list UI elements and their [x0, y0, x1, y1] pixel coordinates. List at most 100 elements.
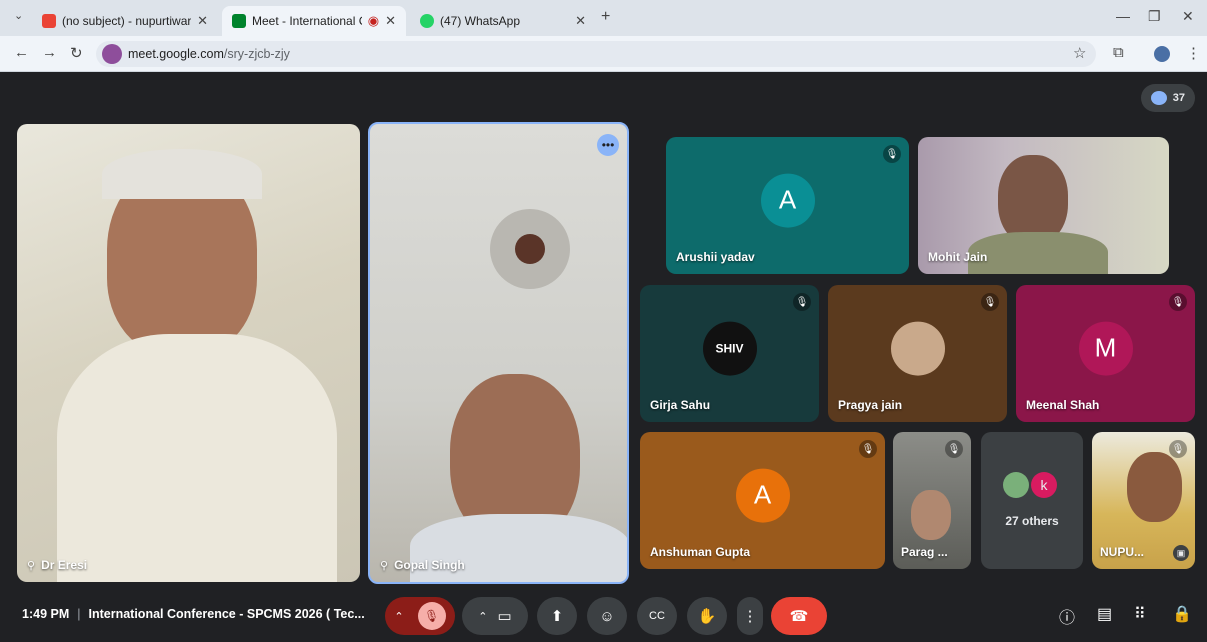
- people-icon: [1150, 91, 1167, 105]
- tile-name: Meenal Shah: [1026, 398, 1100, 412]
- bookmark-star-icon[interactable]: ☆: [1073, 44, 1086, 62]
- tab-label: Meet - International Confer: [252, 14, 362, 28]
- gmail-icon: [42, 14, 56, 28]
- video-tile-self[interactable]: 🎙 NUPU... ▣: [1092, 432, 1195, 569]
- participant-shirt: [57, 334, 337, 582]
- tab-label: (no subject) - nupurtiwari1503(: [62, 14, 192, 28]
- host-controls-icon[interactable]: 🔒: [1172, 604, 1192, 624]
- video-tile-anshuman[interactable]: A 🎙 Anshuman Gupta: [640, 432, 885, 569]
- recording-icon: ◉: [367, 13, 380, 28]
- close-icon[interactable]: ✕: [385, 13, 396, 29]
- tab-search-icon[interactable]: ⌄: [14, 9, 23, 22]
- tile-name: Girja Sahu: [650, 398, 711, 412]
- chat-icon[interactable]: ▤: [1097, 604, 1112, 624]
- fan-hub: [515, 234, 545, 264]
- avatar: SHIV: [702, 321, 757, 376]
- meet-icon: [232, 14, 246, 28]
- address-bar: ← → ↻ meet.google.com/sry-zjcb-zjy ☆ ⧉ ⋮: [0, 36, 1207, 72]
- avatar-photo: [890, 321, 945, 376]
- participants-button[interactable]: 37: [1140, 84, 1195, 112]
- window-close-icon[interactable]: ✕: [1182, 8, 1194, 25]
- video-tile-girja[interactable]: SHIV 🎙 Girja Sahu: [640, 285, 819, 422]
- mic-off-icon: 🎙: [859, 440, 877, 458]
- avatar: M: [1078, 321, 1133, 376]
- present-icon: ⬆: [550, 608, 564, 625]
- pin-icon: ⚲: [380, 560, 389, 572]
- menu-icon[interactable]: ⋮: [1186, 44, 1201, 62]
- restore-icon[interactable]: ❐: [1148, 8, 1161, 25]
- more-options-icon[interactable]: •••: [597, 134, 619, 156]
- url-field[interactable]: meet.google.com/sry-zjcb-zjy: [96, 41, 1096, 67]
- others-avatar: k: [1031, 472, 1057, 498]
- tile-name: Anshuman Gupta: [650, 545, 751, 559]
- more-options-button[interactable]: ⋮: [737, 597, 763, 635]
- tab-meet[interactable]: Meet - International Confer ◉ ✕: [222, 6, 406, 36]
- mic-off-icon: 🎙: [1169, 440, 1187, 458]
- hand-icon: ✋: [697, 608, 717, 625]
- tile-name: Gopal Singh: [394, 558, 465, 572]
- tile-name: Dr Eresi: [41, 558, 88, 572]
- site-info-icon[interactable]: [102, 44, 122, 64]
- video-tile-gopal-singh[interactable]: ••• ⚲ Gopal Singh: [368, 122, 629, 584]
- leave-call-button[interactable]: ☎: [771, 597, 827, 635]
- participant-shirt: [410, 514, 627, 582]
- captions-icon: CC: [649, 610, 665, 622]
- camera-icon: ▭: [497, 608, 512, 625]
- video-tile-pragya[interactable]: 🎙 Pragya jain: [828, 285, 1007, 422]
- forward-icon[interactable]: →: [42, 44, 57, 61]
- avatar: A: [735, 468, 790, 523]
- meet-stage: 37 ⚲ Dr Eresi ••• ⚲ Gopal Singh A 🎙 Arushi…: [0, 72, 1207, 642]
- reload-icon[interactable]: ↻: [70, 44, 83, 62]
- avatar: A: [760, 173, 815, 228]
- mic-off-icon: 🎙: [981, 293, 999, 311]
- tile-name: NUPU...: [1100, 545, 1145, 559]
- url-path: /sry-zjcb-zjy: [223, 47, 290, 61]
- emoji-icon: ☺: [599, 607, 615, 625]
- participant-face: [911, 490, 951, 540]
- tab-whatsapp[interactable]: (47) WhatsApp ✕: [410, 6, 596, 36]
- mic-off-icon: 🎙: [417, 602, 446, 630]
- close-icon[interactable]: ✕: [575, 13, 586, 29]
- video-tile-meenal[interactable]: M 🎙 Meenal Shah: [1016, 285, 1195, 422]
- emoji-button[interactable]: ☺: [587, 597, 627, 635]
- participant-hair: [102, 149, 262, 199]
- self-view-icon[interactable]: ▣: [1173, 545, 1189, 561]
- participants-count: 37: [1172, 92, 1185, 104]
- close-icon[interactable]: ✕: [197, 13, 208, 29]
- minimize-icon[interactable]: —: [1116, 8, 1130, 24]
- extensions-icon[interactable]: ⧉: [1113, 44, 1124, 61]
- mic-off-icon: 🎙: [1169, 293, 1187, 311]
- video-tile-arushii[interactable]: A 🎙 Arushii yadav: [666, 137, 909, 274]
- microphone-button[interactable]: ⌃ 🎙: [385, 597, 455, 635]
- profile-avatar[interactable]: [1154, 46, 1170, 62]
- tab-strip: ⌄ (no subject) - nupurtiwari1503( ✕ Meet…: [0, 0, 1207, 36]
- back-icon[interactable]: ←: [14, 44, 29, 61]
- tile-name: Arushii yadav: [676, 250, 755, 264]
- tab-label: (47) WhatsApp: [440, 14, 521, 28]
- participant-face: [1127, 452, 1182, 522]
- present-button[interactable]: ⬆: [537, 597, 577, 635]
- video-tile-dr-eresi[interactable]: ⚲ Dr Eresi: [17, 124, 360, 582]
- mic-off-icon: 🎙: [883, 145, 901, 163]
- mic-off-icon: 🎙: [793, 293, 811, 311]
- new-tab-icon[interactable]: +: [601, 8, 610, 26]
- captions-button[interactable]: CC: [637, 597, 677, 635]
- others-tile[interactable]: k 27 others: [981, 432, 1083, 569]
- camera-button[interactable]: ⌃ ▭: [462, 597, 528, 635]
- meeting-info-icon[interactable]: ⓘ: [1059, 604, 1075, 628]
- chevron-up-icon[interactable]: ⌃: [478, 610, 487, 623]
- meeting-title: International Conference - SPCMS 2026 ( …: [88, 607, 365, 621]
- participant-shirt: [968, 232, 1108, 274]
- video-tile-mohit[interactable]: Mohit Jain: [918, 137, 1169, 274]
- chevron-up-icon[interactable]: ⌃: [394, 610, 403, 623]
- video-tile-parag[interactable]: 🎙 Parag ...: [893, 432, 971, 569]
- url-host: meet.google.com: [128, 47, 224, 61]
- tile-name: Mohit Jain: [928, 250, 988, 264]
- pin-icon: ⚲: [27, 560, 36, 572]
- tab-gmail[interactable]: (no subject) - nupurtiwari1503( ✕: [32, 6, 218, 36]
- activities-icon[interactable]: ⠿: [1134, 604, 1146, 624]
- others-count: 27 others: [1005, 514, 1059, 528]
- tile-name: Pragya jain: [838, 398, 903, 412]
- end-call-icon: ☎: [789, 608, 809, 625]
- raise-hand-button[interactable]: ✋: [687, 597, 727, 635]
